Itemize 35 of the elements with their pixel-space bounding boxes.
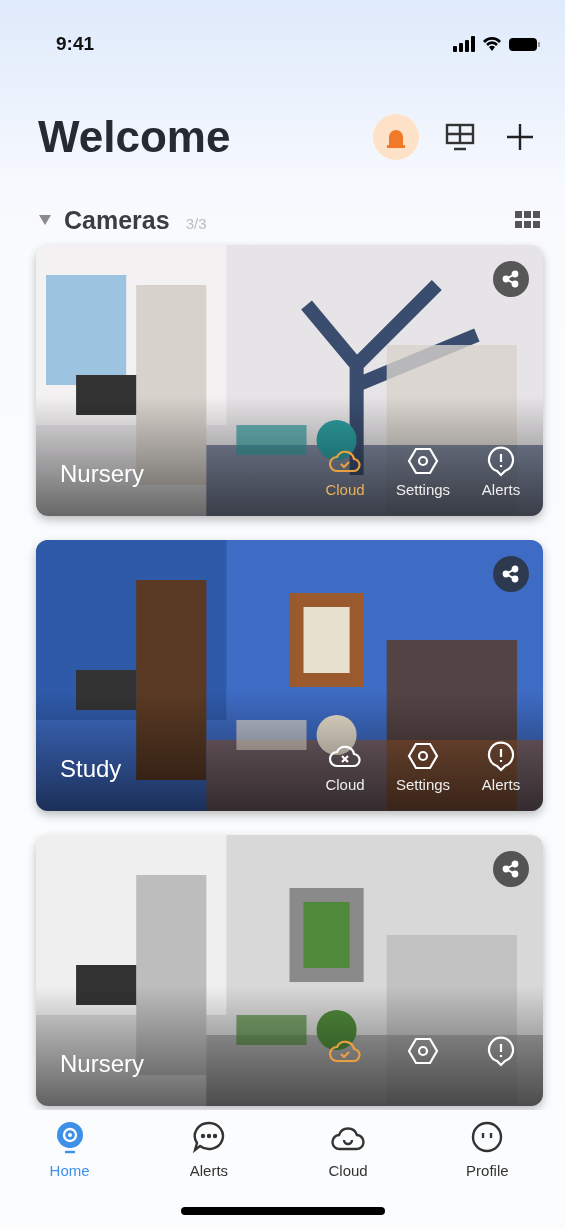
chat-bubble-icon bbox=[191, 1120, 226, 1154]
settings-action[interactable]: Settings bbox=[385, 445, 461, 498]
page-title: Welcome bbox=[38, 112, 232, 162]
hexagon-settings-icon bbox=[406, 1035, 440, 1067]
grid-icon[interactable] bbox=[515, 211, 541, 229]
camera-name: Nursery bbox=[60, 1050, 144, 1078]
section-title: Cameras bbox=[64, 205, 170, 235]
tab-item[interactable]: Cloud bbox=[303, 1120, 394, 1179]
monitor-grid-icon bbox=[444, 122, 476, 152]
settings-action[interactable]: Settings bbox=[385, 740, 461, 793]
status-time: 9:41 bbox=[56, 33, 95, 55]
camera-count: 3/3 bbox=[185, 214, 208, 232]
cloud-action[interactable]: Cloud bbox=[317, 445, 373, 498]
face-icon bbox=[470, 1120, 505, 1154]
camera-card[interactable]: Study Cloud Settings Alerts bbox=[36, 540, 543, 811]
camera-card[interactable]: Nursery Cloud Settings Alerts bbox=[36, 245, 543, 516]
wifi-icon bbox=[483, 36, 501, 51]
cloud-action[interactable]: Cloud bbox=[317, 740, 373, 793]
hexagon-settings-icon bbox=[406, 740, 440, 772]
camera-card[interactable]: Nursery bbox=[36, 835, 543, 1106]
tab-item[interactable]: Alerts bbox=[163, 1120, 254, 1179]
alerts-action[interactable]: Alerts bbox=[473, 740, 529, 793]
collapse-triangle-icon[interactable] bbox=[38, 214, 52, 226]
camera-name: Nursery bbox=[60, 460, 144, 488]
share-icon bbox=[502, 270, 520, 288]
share-icon bbox=[502, 565, 520, 583]
plus-icon bbox=[505, 122, 535, 152]
battery-icon bbox=[509, 38, 540, 51]
share-icon bbox=[502, 860, 520, 878]
tab-item[interactable]: Profile bbox=[442, 1120, 533, 1179]
alarm-button[interactable] bbox=[373, 114, 419, 160]
signal-icon bbox=[453, 36, 475, 52]
camera-name: Study bbox=[60, 755, 122, 783]
alerts-action[interactable]: Alerts bbox=[473, 445, 529, 498]
hexagon-settings-icon bbox=[406, 445, 440, 477]
